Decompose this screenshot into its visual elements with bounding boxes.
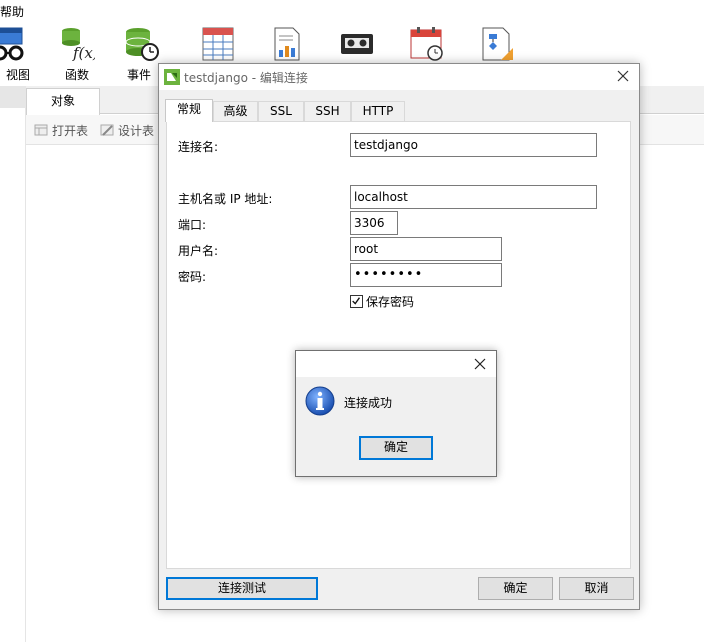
toolbar-label: 视图 bbox=[5, 68, 30, 82]
tab-advanced[interactable]: 高级 bbox=[213, 101, 258, 122]
message-ok-button[interactable]: 确定 bbox=[359, 436, 433, 460]
close-icon[interactable] bbox=[615, 68, 631, 84]
password-label: 密码: bbox=[178, 270, 207, 284]
backup-tape-icon bbox=[341, 34, 373, 54]
svg-text:f(x): f(x) bbox=[72, 44, 95, 62]
menu-item-help[interactable]: 帮助 bbox=[0, 3, 24, 20]
open-table-icon bbox=[34, 124, 48, 136]
save-password-label: 保存密码 bbox=[366, 294, 415, 309]
edit-connection-dialog: testdjango - 编辑连接 常规 高级 SSL SSH HTTP 连接名… bbox=[158, 63, 640, 610]
password-input[interactable]: •••••••• bbox=[350, 263, 502, 287]
design-table-icon bbox=[100, 124, 114, 136]
glasses-icon bbox=[0, 27, 24, 61]
connection-name-input[interactable]: testdjango bbox=[350, 133, 597, 157]
tab-objects[interactable]: 对象 bbox=[26, 88, 100, 115]
report-icon bbox=[274, 27, 300, 61]
tab-ssl[interactable]: SSL bbox=[258, 101, 304, 122]
info-icon bbox=[305, 386, 335, 416]
navigation-pane-header bbox=[0, 86, 26, 108]
toolbar-label: 函数 bbox=[64, 68, 89, 82]
checkmark-icon bbox=[352, 296, 361, 305]
ok-button[interactable]: 确定 bbox=[478, 577, 553, 600]
toolbar-function-button[interactable]: f(x) 函数 bbox=[45, 26, 109, 84]
cancel-button[interactable]: 取消 bbox=[559, 577, 634, 600]
dialog-title-bar[interactable]: testdjango - 编辑连接 bbox=[159, 64, 639, 90]
port-input[interactable]: 3306 bbox=[350, 211, 398, 235]
screen: { "main": { "menu_partial": "帮助", "toolb… bbox=[0, 0, 704, 642]
open-table-button[interactable]: 打开表 bbox=[34, 122, 88, 138]
general-tab-panel: 连接名: testdjango 主机名或 IP 地址: localhost 端口… bbox=[166, 121, 631, 569]
table-grid-icon bbox=[202, 27, 234, 61]
test-connection-button[interactable]: 连接测试 bbox=[166, 577, 318, 600]
tab-ssh[interactable]: SSH bbox=[304, 101, 351, 122]
toolbar-view-button[interactable]: 视图 bbox=[0, 26, 40, 84]
close-icon[interactable] bbox=[472, 356, 488, 372]
host-input[interactable]: localhost bbox=[350, 185, 597, 209]
message-box-body: 连接成功 确定 bbox=[296, 377, 496, 476]
navicat-app-icon bbox=[164, 69, 180, 85]
navigation-pane[interactable] bbox=[0, 86, 26, 642]
save-password-checkbox[interactable] bbox=[350, 294, 363, 308]
event-icon bbox=[125, 28, 159, 61]
username-input[interactable]: root bbox=[350, 237, 502, 261]
message-text: 连接成功 bbox=[344, 396, 393, 410]
menu-bar: 帮助 bbox=[0, 0, 704, 22]
message-box-title-bar[interactable] bbox=[296, 351, 496, 377]
design-table-label: 设计表 bbox=[118, 123, 155, 138]
dialog-title: testdjango - 编辑连接 bbox=[184, 71, 308, 85]
host-label: 主机名或 IP 地址: bbox=[178, 192, 273, 206]
tab-general[interactable]: 常规 bbox=[165, 99, 213, 122]
save-password-row[interactable]: 保存密码 bbox=[350, 293, 414, 309]
connection-success-message-box: 连接成功 确定 bbox=[295, 350, 497, 477]
calendar-schedule-icon bbox=[410, 27, 443, 61]
connection-name-label: 连接名: bbox=[178, 140, 219, 154]
model-icon bbox=[482, 27, 513, 61]
open-table-label: 打开表 bbox=[52, 123, 89, 138]
tab-http[interactable]: HTTP bbox=[351, 101, 405, 122]
design-table-button[interactable]: 设计表 bbox=[100, 122, 154, 138]
username-label: 用户名: bbox=[178, 244, 219, 258]
function-icon: f(x) bbox=[62, 28, 95, 62]
port-label: 端口: bbox=[178, 218, 207, 232]
